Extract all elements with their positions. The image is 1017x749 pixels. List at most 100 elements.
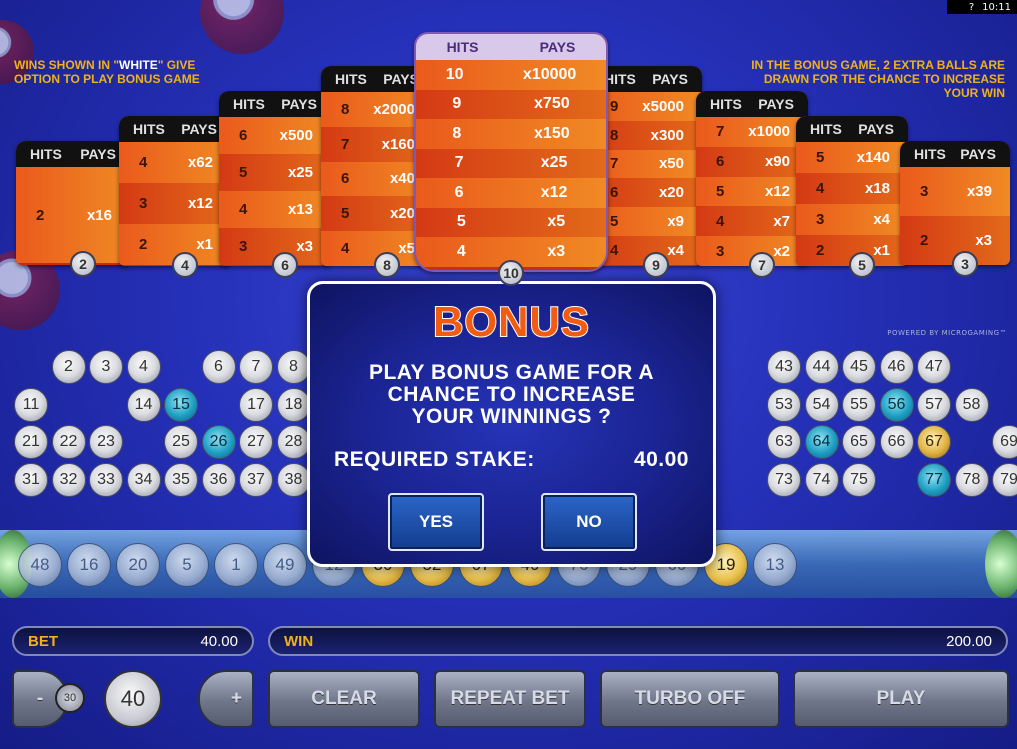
board-ball-25[interactable]: 25 — [164, 425, 198, 459]
board-ball-58[interactable]: 58 — [954, 387, 989, 422]
spots-count-badge: 3 — [952, 251, 978, 277]
board-ball-2[interactable]: 2 — [51, 350, 86, 384]
board-ball-79[interactable]: 79 — [992, 462, 1017, 497]
board-ball-46[interactable]: 46 — [879, 350, 914, 384]
board-ball-22[interactable]: 22 — [51, 425, 86, 459]
paytable-row: 3 x4 — [796, 204, 908, 235]
paytable-3: HITS PAYS 3 x39 2 x3 — [900, 141, 1010, 265]
board-ball-63[interactable]: 63 — [767, 425, 801, 459]
board-ball-34[interactable]: 34 — [126, 462, 161, 497]
board-ball-74[interactable]: 74 — [804, 462, 839, 497]
board-ball-14[interactable]: 14 — [126, 387, 161, 422]
board-ball-69[interactable]: 69 — [992, 425, 1017, 459]
board-ball-35[interactable]: 35 — [164, 462, 198, 497]
repeat-bet-button[interactable]: REPEAT BET — [434, 670, 586, 728]
bonus-hint-note: WINS SHOWN IN "WHITE" GIVE OPTION TO PLA… — [14, 58, 200, 86]
board-ball-55[interactable]: 55 — [842, 387, 876, 422]
paytable-header: HITS PAYS — [696, 91, 808, 117]
hits-header: HITS — [133, 121, 165, 137]
paytable-row: 4 x18 — [796, 173, 908, 204]
paytable-header: HITS PAYS — [796, 116, 908, 142]
no-button[interactable]: NO — [541, 493, 637, 551]
paytable-5: HITS PAYS 5 x140 4 x18 3 x4 2 x1 — [796, 116, 908, 266]
clear-button[interactable]: CLEAR — [268, 670, 420, 728]
board-ball-8[interactable]: 8 — [276, 350, 311, 384]
hits-value: 6 — [239, 127, 248, 144]
pays-value: x20 — [389, 205, 415, 223]
paytable-header: HITS PAYS — [416, 34, 606, 60]
board-ball-77[interactable]: 77 — [917, 462, 951, 497]
board-ball-28[interactable]: 28 — [276, 425, 311, 459]
paytable-row: 9 x750 — [416, 89, 606, 119]
board-ball-27[interactable]: 27 — [239, 425, 273, 459]
hits-value: 8 — [610, 126, 619, 144]
board-ball-75[interactable]: 75 — [842, 462, 876, 497]
board-ball-67[interactable]: 67 — [917, 425, 951, 459]
pays-value: x40 — [389, 170, 415, 188]
hits-value: 10 — [445, 65, 464, 83]
board-ball-38[interactable]: 38 — [276, 462, 311, 497]
hits-value: 2 — [816, 242, 825, 259]
board-ball-6[interactable]: 6 — [201, 350, 236, 384]
pays-value: x140 — [856, 149, 890, 166]
paytable-header: HITS PAYS — [119, 116, 231, 142]
hits-header: HITS — [446, 39, 479, 55]
pays-header: PAYS — [758, 96, 794, 112]
pays-value: x25 — [540, 154, 568, 172]
pays-value: x12 — [540, 183, 568, 201]
pays-value: x2 — [773, 242, 790, 260]
hits-value: 4 — [716, 212, 725, 230]
board-ball-57[interactable]: 57 — [917, 387, 951, 422]
board-ball-31[interactable]: 31 — [14, 462, 48, 497]
board-ball-37[interactable]: 37 — [239, 462, 273, 497]
help-icon[interactable]: ? — [969, 2, 974, 13]
board-ball-78[interactable]: 78 — [954, 462, 989, 497]
hits-value: 2 — [139, 236, 148, 253]
play-button[interactable]: PLAY — [793, 670, 1009, 728]
board-ball-53[interactable]: 53 — [767, 387, 801, 422]
previous-coin-chip[interactable]: 30 — [55, 683, 85, 713]
board-ball-4[interactable]: 4 — [126, 350, 161, 384]
pays-value: x4 — [873, 211, 890, 228]
board-ball-7[interactable]: 7 — [239, 350, 273, 384]
paytable-header: HITS PAYS — [16, 141, 130, 167]
hits-header: HITS — [604, 71, 636, 87]
paytable-row: 6 x90 — [696, 146, 808, 177]
pays-value: x25 — [287, 164, 313, 181]
pays-value: x16 — [86, 206, 112, 224]
board-ball-47[interactable]: 47 — [917, 350, 951, 384]
board-ball-56[interactable]: 56 — [879, 387, 914, 422]
board-ball-44[interactable]: 44 — [804, 350, 839, 384]
board-ball-66[interactable]: 66 — [879, 425, 914, 459]
hits-value: 2 — [920, 232, 929, 249]
board-ball-54[interactable]: 54 — [804, 387, 839, 422]
board-ball-23[interactable]: 23 — [89, 425, 123, 459]
board-ball-65[interactable]: 65 — [842, 425, 876, 459]
pays-value: x5000 — [642, 97, 684, 115]
board-ball-26[interactable]: 26 — [201, 425, 236, 459]
board-ball-73[interactable]: 73 — [767, 462, 801, 497]
board-ball-17[interactable]: 17 — [239, 387, 273, 422]
paytable-row: 4 x13 — [219, 191, 331, 228]
pays-header: PAYS — [652, 71, 688, 87]
yes-button[interactable]: YES — [388, 493, 484, 551]
paytable-row: 10 x10000 — [416, 60, 606, 90]
board-ball-45[interactable]: 45 — [842, 350, 876, 384]
stake-label: REQUIRED STAKE: — [334, 448, 535, 471]
board-ball-33[interactable]: 33 — [89, 462, 123, 497]
coin-increase-button[interactable]: + — [198, 670, 254, 728]
board-ball-3[interactable]: 3 — [89, 350, 123, 384]
turbo-toggle-button[interactable]: TURBO OFF — [600, 670, 780, 728]
board-ball-21[interactable]: 21 — [14, 425, 48, 459]
board-ball-43[interactable]: 43 — [767, 350, 801, 384]
board-ball-11[interactable]: 11 — [14, 387, 48, 422]
pays-value: x12 — [764, 182, 790, 200]
board-ball-18[interactable]: 18 — [276, 387, 311, 422]
hits-value: 4 — [239, 201, 248, 218]
board-ball-15[interactable]: 15 — [164, 387, 198, 422]
board-ball-36[interactable]: 36 — [201, 462, 236, 497]
hits-value: 4 — [341, 240, 350, 258]
board-ball-32[interactable]: 32 — [51, 462, 86, 497]
bonus-dialog: BONUS PLAY BONUS GAME FOR A CHANCE TO IN… — [307, 281, 716, 567]
board-ball-64[interactable]: 64 — [804, 425, 839, 459]
